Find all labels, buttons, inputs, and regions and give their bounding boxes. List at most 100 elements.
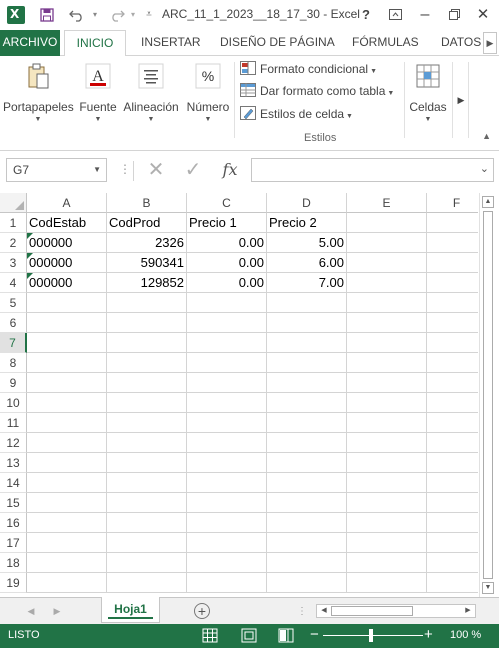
undo-dropdown-icon[interactable]: ▾ (90, 4, 100, 26)
row-header-7[interactable]: 7 (0, 333, 27, 353)
cell-a10[interactable] (27, 393, 107, 413)
column-header-b[interactable]: B (107, 193, 187, 213)
zoom-out-button[interactable]: − (310, 626, 319, 643)
cell-c4[interactable]: 0.00 (187, 273, 267, 293)
cell-a15[interactable] (27, 493, 107, 513)
cell-e9[interactable] (347, 373, 427, 393)
cell-f19[interactable] (427, 573, 478, 593)
cell-d9[interactable] (267, 373, 347, 393)
tabs-scroll-right-icon[interactable]: ▶ (483, 32, 497, 54)
cell-b11[interactable] (107, 413, 187, 433)
error-indicator-icon[interactable] (27, 273, 33, 279)
tab-page-layout[interactable]: DISEÑO DE PÁGINA (220, 30, 335, 56)
cell-a11[interactable] (27, 413, 107, 433)
formula-input[interactable]: ⌄ (251, 158, 494, 182)
cell-d14[interactable] (267, 473, 347, 493)
font-button[interactable]: A Fuente ▼ (79, 58, 117, 134)
cell-c12[interactable] (187, 433, 267, 453)
redo-dropdown-icon[interactable]: ▾ (128, 4, 138, 26)
tab-insert[interactable]: INSERTAR (141, 30, 201, 56)
horizontal-scrollbar[interactable]: ◀ ▶ (316, 604, 476, 618)
row-header-2[interactable]: 2 (0, 233, 27, 253)
cell-d3[interactable]: 6.00 (267, 253, 347, 273)
horizontal-scroll-thumb[interactable] (331, 606, 413, 616)
cell-c1[interactable]: Precio 1 (187, 213, 267, 233)
cell-f12[interactable] (427, 433, 478, 453)
cell-b7[interactable] (107, 333, 187, 353)
row-header-17[interactable]: 17 (0, 533, 27, 553)
cell-e10[interactable] (347, 393, 427, 413)
clipboard-button[interactable]: Portapapeles ▼ (3, 58, 74, 134)
cell-a12[interactable] (27, 433, 107, 453)
cell-b4[interactable]: 129852 (107, 273, 187, 293)
page-layout-view-icon[interactable] (241, 628, 257, 643)
formula-bar-resize-handle[interactable]: ⋮ (119, 163, 131, 175)
previous-sheet-icon[interactable]: ◀ (24, 604, 38, 618)
cell-f8[interactable] (427, 353, 478, 373)
cell-c5[interactable] (187, 293, 267, 313)
cell-d18[interactable] (267, 553, 347, 573)
select-all-button[interactable] (0, 193, 27, 213)
tab-data[interactable]: DATOS (441, 30, 481, 56)
column-header-e[interactable]: E (347, 193, 427, 213)
cell-c16[interactable] (187, 513, 267, 533)
cell-e5[interactable] (347, 293, 427, 313)
cell-a4[interactable]: 000000 (27, 273, 107, 293)
row-header-8[interactable]: 8 (0, 353, 27, 373)
cell-b19[interactable] (107, 573, 187, 593)
cell-c9[interactable] (187, 373, 267, 393)
next-sheet-icon[interactable]: ▶ (50, 604, 64, 618)
cell-f10[interactable] (427, 393, 478, 413)
collapse-ribbon-icon[interactable]: ▲ (482, 131, 491, 141)
customize-qat-icon[interactable]: ⩡ (143, 4, 155, 26)
cell-c10[interactable] (187, 393, 267, 413)
cell-d11[interactable] (267, 413, 347, 433)
row-header-16[interactable]: 16 (0, 513, 27, 533)
cell-e14[interactable] (347, 473, 427, 493)
minimize-button[interactable]: – (414, 4, 436, 26)
normal-view-icon[interactable] (202, 628, 218, 643)
vertical-scrollbar[interactable]: ▲ ▼ (479, 193, 496, 597)
cell-b8[interactable] (107, 353, 187, 373)
cell-c19[interactable] (187, 573, 267, 593)
cell-c14[interactable] (187, 473, 267, 493)
cell-b2[interactable]: 2326 (107, 233, 187, 253)
cell-d10[interactable] (267, 393, 347, 413)
cell-e17[interactable] (347, 533, 427, 553)
cell-e19[interactable] (347, 573, 427, 593)
cell-b16[interactable] (107, 513, 187, 533)
cell-e13[interactable] (347, 453, 427, 473)
conditional-format-button[interactable]: Formato condicional ▼ (240, 59, 377, 79)
cell-d12[interactable] (267, 433, 347, 453)
cells-button[interactable]: Celdas ▼ (407, 58, 449, 134)
cell-f2[interactable] (427, 233, 478, 253)
cell-f5[interactable] (427, 293, 478, 313)
cell-c7[interactable] (187, 333, 267, 353)
excel-logo-icon[interactable]: X (7, 6, 25, 24)
cell-f13[interactable] (427, 453, 478, 473)
alignment-button[interactable]: Alineación ▼ (122, 58, 180, 134)
cell-b18[interactable] (107, 553, 187, 573)
cell-f7[interactable] (427, 333, 478, 353)
cell-b1[interactable]: CodProd (107, 213, 187, 233)
cell-b9[interactable] (107, 373, 187, 393)
cell-f14[interactable] (427, 473, 478, 493)
row-header-10[interactable]: 10 (0, 393, 27, 413)
cell-e2[interactable] (347, 233, 427, 253)
cell-f11[interactable] (427, 413, 478, 433)
cell-a1[interactable]: CodEstab (27, 213, 107, 233)
cell-b17[interactable] (107, 533, 187, 553)
cell-d2[interactable]: 5.00 (267, 233, 347, 253)
row-header-1[interactable]: 1 (0, 213, 27, 233)
cell-e1[interactable] (347, 213, 427, 233)
cell-c6[interactable] (187, 313, 267, 333)
cell-a13[interactable] (27, 453, 107, 473)
row-header-3[interactable]: 3 (0, 253, 27, 273)
expand-formula-bar-icon[interactable]: ⌄ (480, 162, 489, 175)
tab-file[interactable]: ARCHIVO (0, 30, 60, 56)
help-button[interactable]: ? (355, 4, 377, 26)
row-header-11[interactable]: 11 (0, 413, 27, 433)
cell-a16[interactable] (27, 513, 107, 533)
cell-c17[interactable] (187, 533, 267, 553)
cell-b14[interactable] (107, 473, 187, 493)
